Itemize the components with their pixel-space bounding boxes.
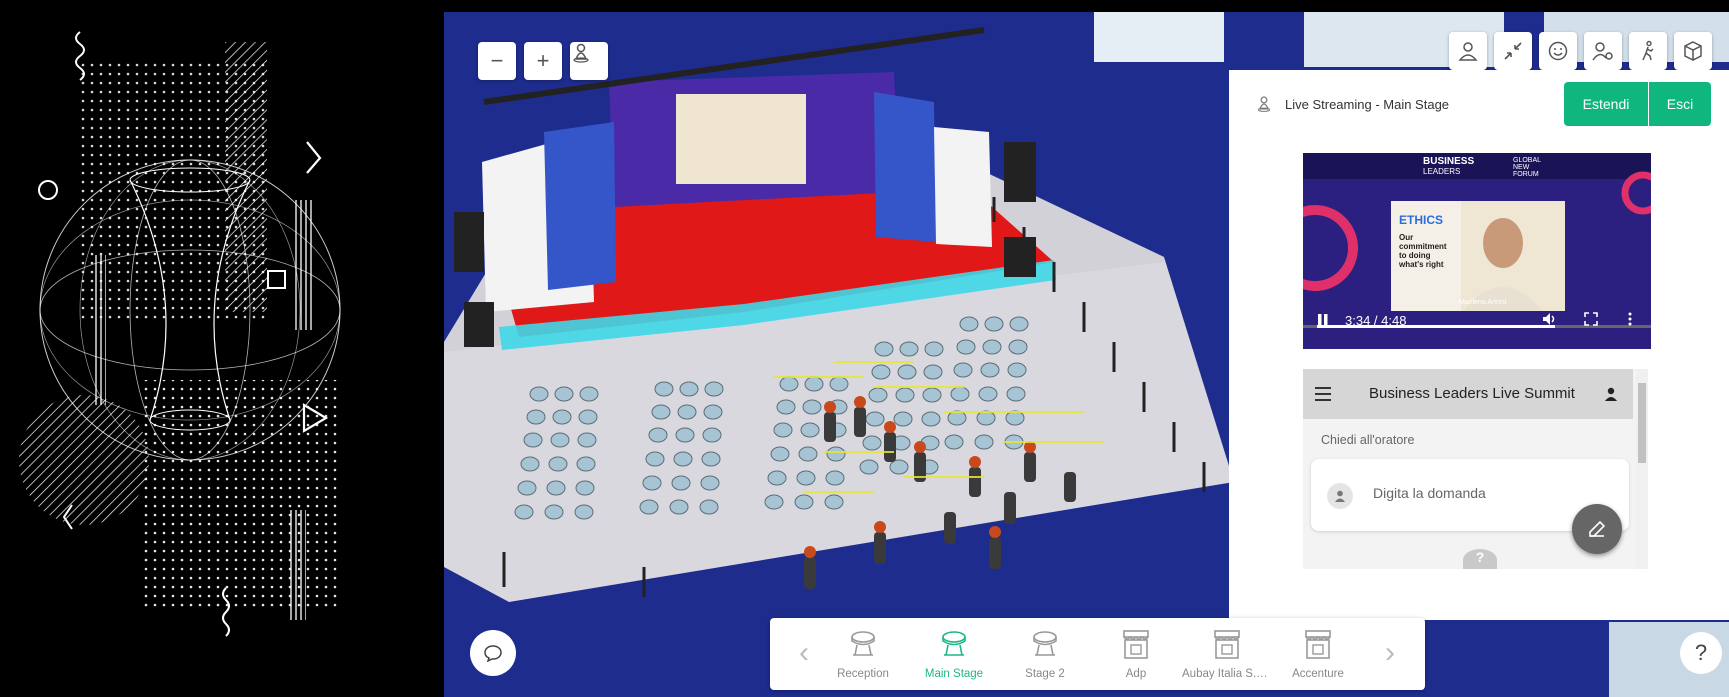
ask-speaker-label: Chiedi all'oratore bbox=[1321, 433, 1415, 447]
video-player[interactable]: BUSINESS LEADERS GLOBAL NEW FORUM ETHICS… bbox=[1303, 153, 1651, 349]
stage-icon bbox=[1033, 631, 1057, 656]
walk-icon bbox=[1642, 40, 1654, 61]
hamburger-menu-icon[interactable] bbox=[1315, 387, 1333, 401]
nav-item-label: Adp bbox=[1125, 668, 1147, 680]
emoji-icon bbox=[1548, 41, 1568, 61]
nav-item-adp[interactable]: Adp bbox=[1091, 624, 1181, 686]
qa-header: Business Leaders Live Summit bbox=[1303, 369, 1633, 419]
expand-button[interactable]: Estendi bbox=[1564, 82, 1648, 126]
account-icon[interactable] bbox=[1604, 387, 1618, 401]
nav-prev-arrow-icon[interactable]: ‹ bbox=[792, 638, 816, 670]
qa-title: Business Leaders Live Summit bbox=[1369, 385, 1575, 402]
locate-avatar-button[interactable] bbox=[570, 42, 608, 80]
person-icon bbox=[1335, 490, 1345, 502]
nav-item-reception[interactable]: Reception bbox=[818, 624, 908, 686]
nav-item-aubay-italia-s-p[interactable]: Aubay Italia S.p... bbox=[1182, 624, 1272, 686]
minus-icon: − bbox=[490, 48, 504, 73]
slide-title: ETHICS bbox=[1399, 213, 1444, 227]
zoom-out-button[interactable]: − bbox=[478, 42, 516, 80]
nav-item-stage-2[interactable]: Stage 2 bbox=[1000, 624, 1090, 686]
nav-item-label: Accenture bbox=[1292, 668, 1344, 680]
exit-button[interactable]: Esci bbox=[1649, 82, 1711, 126]
user-settings-button[interactable] bbox=[1584, 32, 1622, 70]
nav-next-arrow-icon[interactable]: › bbox=[1378, 638, 1402, 670]
live-streaming-panel: Live Streaming - Main Stage Estendi Esci… bbox=[1229, 70, 1729, 620]
cube-icon bbox=[1684, 41, 1702, 61]
video-brand: BUSINESS LEADERS bbox=[1423, 157, 1474, 177]
app-root: − + Live Streaming - Main Stage Estendi … bbox=[0, 0, 1729, 697]
nav-item-accenture[interactable]: Accenture bbox=[1273, 624, 1363, 686]
help-bubble-icon[interactable]: ? bbox=[1463, 549, 1497, 569]
nav-item-label: Aubay Italia S.p... bbox=[1182, 668, 1272, 680]
fullscreen-icon[interactable] bbox=[1584, 312, 1598, 326]
user-settings-icon bbox=[1592, 42, 1613, 61]
collapse-button[interactable] bbox=[1494, 32, 1532, 70]
stage-icon bbox=[942, 631, 966, 656]
emoji-button[interactable] bbox=[1539, 32, 1577, 70]
decorative-panel bbox=[0, 0, 444, 697]
chat-bubble-icon bbox=[484, 645, 502, 662]
avatar bbox=[1327, 483, 1353, 509]
help-button[interactable]: ? bbox=[1680, 632, 1722, 674]
avatar-pin-icon bbox=[1257, 96, 1271, 112]
scrollbar-thumb[interactable] bbox=[1638, 383, 1646, 463]
edit-icon bbox=[1589, 520, 1606, 537]
more-options-icon[interactable] bbox=[1627, 311, 1633, 327]
question-mark-icon: ? bbox=[1694, 640, 1708, 665]
volume-icon[interactable] bbox=[1541, 311, 1557, 327]
pause-icon[interactable] bbox=[1317, 313, 1329, 327]
stage-icon bbox=[851, 631, 875, 656]
qa-widget: Business Leaders Live Summit Chiedi all'… bbox=[1303, 369, 1648, 569]
compose-question-button[interactable] bbox=[1572, 504, 1622, 554]
3d-view-button[interactable] bbox=[1674, 32, 1712, 70]
qa-scrollbar[interactable] bbox=[1636, 369, 1648, 569]
panel-title: Live Streaming - Main Stage bbox=[1285, 96, 1450, 112]
booth-icon bbox=[1214, 630, 1240, 659]
profile-button[interactable] bbox=[1449, 32, 1487, 70]
question-input[interactable] bbox=[1373, 485, 1603, 501]
forum-label: GLOBAL NEW FORUM bbox=[1513, 157, 1541, 178]
zoom-in-button[interactable]: + bbox=[524, 42, 562, 80]
decorative-artwork bbox=[19, 31, 341, 637]
avatar-pin-icon bbox=[573, 43, 589, 63]
nav-item-main-stage[interactable]: Main Stage bbox=[909, 624, 999, 686]
brand-line-2: LEADERS bbox=[1423, 167, 1461, 176]
nav-item-label: Reception bbox=[837, 668, 889, 680]
brand-line-1: BUSINESS bbox=[1423, 156, 1475, 167]
chat-button[interactable] bbox=[470, 630, 516, 676]
booth-icon bbox=[1123, 630, 1149, 659]
collapse-icon bbox=[1504, 42, 1522, 60]
room-navigation-bar: ‹ › Reception Main Stage Stage 2 Adp Aubay I… bbox=[770, 618, 1425, 690]
speaker-name: Marilena Arinisi bbox=[1459, 299, 1507, 306]
video-time: 3:34 / 4:48 bbox=[1345, 313, 1407, 328]
plus-icon: + bbox=[536, 48, 550, 73]
booth-icon bbox=[1305, 630, 1331, 659]
nav-item-label: Stage 2 bbox=[1025, 668, 1065, 680]
nav-item-label: Main Stage bbox=[924, 668, 984, 680]
user-icon bbox=[1458, 42, 1478, 61]
walk-button[interactable] bbox=[1629, 32, 1667, 70]
slide-text: Our commitment to doing what's right bbox=[1399, 233, 1447, 269]
